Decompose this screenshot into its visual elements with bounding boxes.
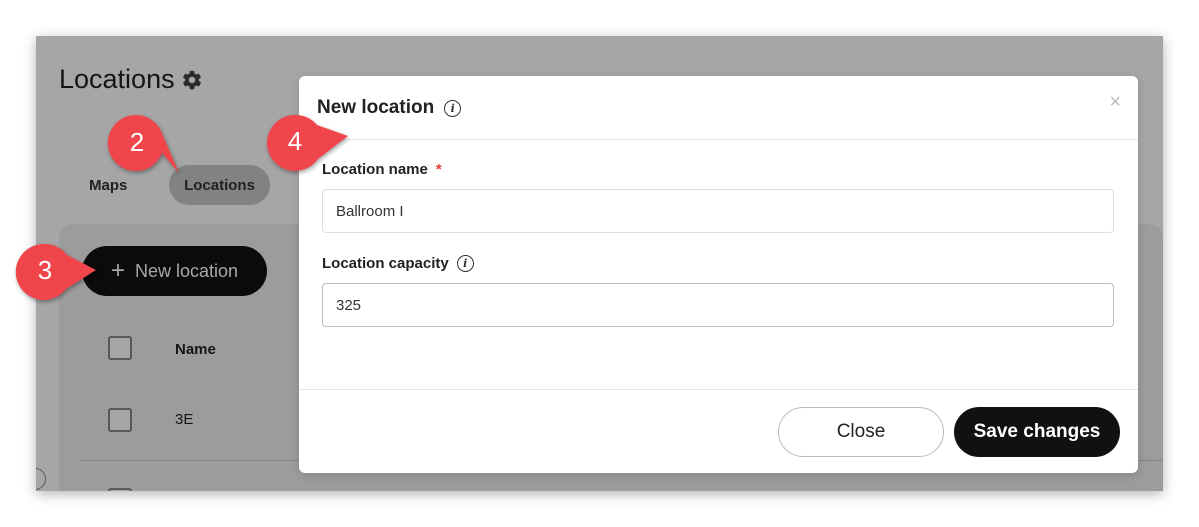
save-changes-button[interactable]: Save changes [954,407,1120,457]
new-location-modal: New location i × Location name * Locatio… [299,76,1138,473]
location-capacity-input[interactable] [322,283,1114,327]
callout-4-number: 4 [287,126,303,156]
step-callout-3: 3 [12,243,102,306]
step-callout-4: 4 [262,114,352,179]
callout-2-number: 2 [129,127,145,157]
location-capacity-label-text: Location capacity [322,255,449,272]
close-button[interactable]: Close [778,407,944,457]
info-icon[interactable]: i [444,99,462,117]
close-icon[interactable]: × [1109,91,1121,114]
step-callout-2: 2 [106,113,186,180]
modal-footer-divider [299,389,1138,390]
callout-3-number: 3 [37,255,53,285]
info-icon[interactable]: i [456,255,474,272]
location-capacity-label: Location capacity i [322,255,474,272]
modal-header: New location i × [299,76,1138,140]
screenshot-frame: Locations Maps Locations + New location … [36,36,1163,491]
location-name-input[interactable] [322,189,1114,233]
required-marker: * [435,161,442,178]
